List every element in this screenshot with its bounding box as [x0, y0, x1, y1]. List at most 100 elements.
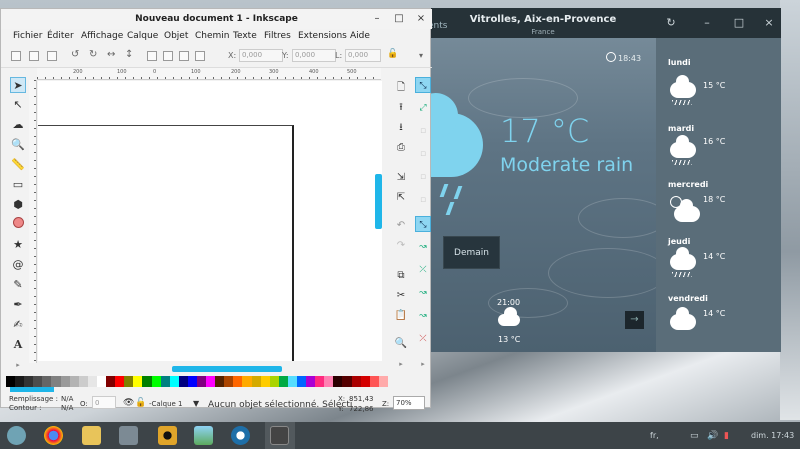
palette-swatch[interactable] — [124, 376, 134, 387]
palette-swatch[interactable] — [378, 376, 388, 387]
layer-select[interactable]: -Calque 1 — [149, 400, 183, 408]
palette-swatch[interactable] — [278, 376, 288, 387]
minimize-icon[interactable]: – — [698, 16, 716, 30]
palette-scrollbar[interactable] — [10, 387, 54, 392]
palette-swatch[interactable] — [115, 376, 125, 387]
tweak-tool-icon[interactable]: ☁ — [10, 117, 26, 133]
selector-tool-icon[interactable]: ➤ — [10, 77, 26, 93]
palette-swatch[interactable] — [360, 376, 370, 387]
fill-value[interactable]: N/A — [61, 395, 73, 403]
ellipse-tool-icon[interactable] — [10, 217, 26, 233]
menu-filtres[interactable]: Filtres — [264, 31, 291, 41]
spiral-tool-icon[interactable]: @ — [10, 257, 26, 273]
battery-icon[interactable]: ▮ — [724, 431, 729, 441]
redo-icon[interactable]: ↷ — [393, 238, 409, 254]
refresh-icon[interactable]: ↻ — [662, 16, 680, 30]
raise-icon[interactable] — [179, 51, 189, 61]
palette-swatch[interactable] — [69, 376, 79, 387]
menu-logo-icon[interactable] — [7, 426, 26, 445]
palette-swatch[interactable] — [269, 376, 279, 387]
horizontal-scrollbar[interactable] — [172, 366, 282, 372]
inkscape-icon[interactable] — [270, 426, 289, 445]
print-icon[interactable]: ⎙ — [393, 140, 409, 156]
palette-swatch[interactable] — [351, 376, 361, 387]
star-tool-icon[interactable]: ★ — [10, 237, 26, 253]
color-palette[interactable] — [6, 376, 388, 387]
layer-lock-icon[interactable]: 🔓 — [135, 398, 146, 408]
save-icon[interactable]: ⭳ — [393, 120, 409, 136]
files-icon[interactable] — [119, 426, 138, 445]
palette-swatch[interactable] — [342, 376, 352, 387]
palette-swatch[interactable] — [287, 376, 297, 387]
palette-swatch[interactable] — [87, 376, 97, 387]
rectangle-tool-icon[interactable]: ▭ — [10, 177, 26, 193]
palette-swatch[interactable] — [160, 376, 170, 387]
select-all-icon[interactable] — [11, 51, 21, 61]
snap-cusp-icon[interactable]: ↝ — [415, 285, 431, 301]
palette-swatch[interactable] — [51, 376, 61, 387]
snap-midpoints-icon[interactable]: ⤫ — [415, 331, 431, 347]
app-icon[interactable] — [231, 426, 250, 445]
display-icon[interactable]: ▭ — [690, 431, 699, 441]
width-input[interactable]: 0,000 — [345, 49, 381, 62]
snap-toggle-icon[interactable]: ⤡ — [415, 77, 431, 93]
select-all-layers-icon[interactable] — [29, 51, 39, 61]
chevron-down-icon[interactable]: ▾ — [419, 51, 423, 60]
deselect-icon[interactable] — [47, 51, 57, 61]
snap-nodes-icon[interactable]: ⤡ — [415, 216, 431, 232]
snap-paths-icon[interactable]: ↝ — [415, 239, 431, 255]
palette-swatch[interactable] — [187, 376, 197, 387]
menu-texte[interactable]: Texte — [233, 31, 257, 41]
new-document-icon[interactable]: 🗋 — [393, 80, 409, 96]
flip-vertical-icon[interactable]: ↕ — [125, 49, 133, 60]
palette-swatch[interactable] — [206, 376, 216, 387]
snap-bbox-center-icon[interactable]: ▫ — [415, 192, 431, 208]
y-input[interactable]: 0,000 — [292, 49, 336, 62]
palette-swatch[interactable] — [142, 376, 152, 387]
palette-swatch[interactable] — [78, 376, 88, 387]
menu-affichage[interactable]: Affichage — [81, 31, 123, 41]
drawing-canvas[interactable] — [38, 81, 382, 361]
palette-swatch[interactable] — [324, 376, 334, 387]
palette-swatch[interactable] — [251, 376, 261, 387]
palette-swatch[interactable] — [306, 376, 316, 387]
measure-tool-icon[interactable]: 📏 — [10, 157, 26, 173]
menu-calque[interactable]: Calque — [127, 31, 158, 41]
import-icon[interactable]: ⇲ — [393, 170, 409, 186]
menu-objet[interactable]: Objet — [164, 31, 188, 41]
more-tools-icon[interactable]: ▸ — [10, 357, 26, 373]
x-input[interactable]: 0,000 — [239, 49, 283, 62]
snap-bbox-edges-icon[interactable]: ▫ — [415, 123, 431, 139]
undo-icon[interactable]: ↶ — [393, 218, 409, 234]
snap-intersections-icon[interactable]: ⤫ — [415, 262, 431, 278]
palette-swatch[interactable] — [6, 376, 16, 387]
menu-extensions[interactable]: Extensions — [298, 31, 347, 41]
maximize-icon[interactable]: □ — [392, 13, 406, 25]
palette-swatch[interactable] — [106, 376, 116, 387]
taskbar-clock[interactable]: dim. 17:43 — [751, 431, 794, 440]
palette-swatch[interactable] — [215, 376, 225, 387]
rotate-cw-icon[interactable]: ↻ — [89, 49, 97, 60]
node-tool-icon[interactable]: ↖ — [10, 97, 26, 113]
mail-icon[interactable] — [82, 426, 101, 445]
volume-icon[interactable]: 🔊 — [707, 431, 718, 441]
cut-icon[interactable]: ✂ — [393, 288, 409, 304]
zoom-selection-icon[interactable]: 🔍 — [393, 336, 409, 352]
stroke-value[interactable]: N/A — [61, 404, 73, 412]
paste-icon[interactable]: 📋 — [393, 308, 409, 324]
pen-tool-icon[interactable]: ✒ — [10, 297, 26, 313]
menu-editer[interactable]: Éditer — [47, 31, 74, 41]
palette-swatch[interactable] — [133, 376, 143, 387]
maximize-icon[interactable]: □ — [730, 16, 748, 30]
opacity-input[interactable]: 0 — [92, 396, 116, 409]
music-player-icon[interactable] — [158, 426, 177, 445]
palette-swatch[interactable] — [196, 376, 207, 387]
palette-swatch[interactable] — [242, 376, 252, 387]
palette-swatch[interactable] — [15, 376, 25, 387]
export-icon[interactable]: ⇱ — [393, 190, 409, 206]
close-icon[interactable]: × — [760, 16, 778, 30]
zoom-tool-icon[interactable]: 🔍 — [10, 137, 26, 153]
calligraphy-tool-icon[interactable]: ✍ — [10, 317, 26, 333]
vertical-scrollbar[interactable] — [375, 174, 382, 229]
keyboard-layout[interactable]: fr, — [650, 431, 659, 440]
